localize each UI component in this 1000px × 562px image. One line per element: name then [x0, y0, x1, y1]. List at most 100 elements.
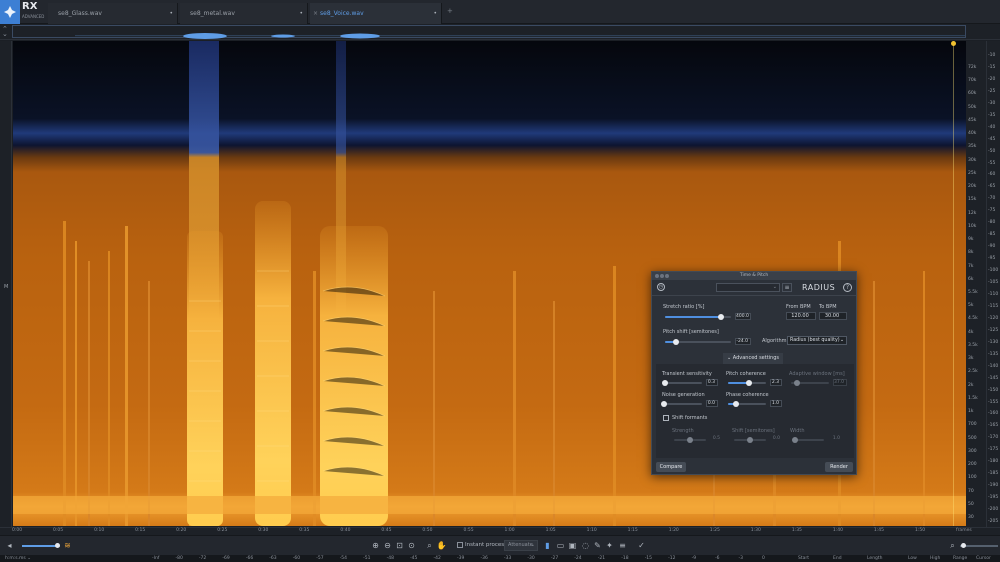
frequency-tick: 2k: [968, 382, 974, 388]
to-bpm-input[interactable]: 30.00: [819, 312, 847, 320]
playhead-marker-icon[interactable]: [951, 41, 956, 46]
overview-collapse-icon[interactable]: ⌃ ⌄: [2, 26, 11, 38]
instant-process-checkbox[interactable]: Instant process: [457, 540, 507, 551]
time-tick: 1:40: [832, 528, 843, 533]
history-icon[interactable]: ◷: [657, 283, 665, 291]
selection-column-header: Range: [953, 556, 968, 561]
hand-tool-icon[interactable]: ✋: [436, 539, 447, 552]
zoom-out-icon[interactable]: ⊖: [382, 539, 393, 552]
tab-close-icon[interactable]: ×: [313, 3, 318, 24]
db-ruler[interactable]: -10 -15 -20 -25 -30 -35 -40 -45 -50 -55 -60 -65 -70 -…: [986, 41, 1000, 527]
compare-button[interactable]: Compare: [656, 462, 686, 472]
magic-wand-icon[interactable]: ✦: [604, 539, 615, 552]
zoom-magnifier-icon[interactable]: ⌕: [947, 539, 958, 552]
instant-process-label: Instant process: [465, 542, 508, 548]
stretch-ratio-slider[interactable]: [665, 314, 731, 320]
lasso-tool-icon[interactable]: ◌: [580, 539, 591, 552]
vertical-zoom-slider[interactable]: [960, 543, 998, 548]
opacity-slider[interactable]: [22, 543, 60, 548]
transient-sensitivity-slider[interactable]: [661, 380, 702, 386]
tab-se8-glass[interactable]: se8_Glass.wav •: [48, 3, 178, 24]
time-tick: 0:45: [381, 528, 392, 533]
zoom-full-icon[interactable]: ⊙: [406, 539, 417, 552]
brush-tool-icon[interactable]: ✎: [592, 539, 603, 552]
width-value[interactable]: 1.0: [828, 436, 842, 443]
db-tick: -35: [988, 112, 996, 118]
time-selection-tool-icon[interactable]: ▮: [542, 539, 553, 552]
playhead-cursor[interactable]: [953, 41, 954, 526]
tab-modified-indicator[interactable]: •: [299, 3, 303, 24]
time-ruler[interactable]: 0:00 0:05 0:10 0:15 0:20 0:25 0:30 0:35 0:40 0:45…: [0, 527, 1000, 535]
db-tick: -85: [988, 232, 996, 238]
adaptive-window-value[interactable]: 37.0: [833, 379, 847, 386]
pitch-coherence-slider[interactable]: [728, 380, 766, 386]
transient-sensitivity-value[interactable]: 0.3: [706, 379, 718, 386]
harmonics-tool-icon[interactable]: ≡: [617, 539, 628, 552]
render-button[interactable]: Render: [825, 462, 853, 472]
spectrogram-waveform-toggle-icon[interactable]: ◂: [4, 539, 15, 552]
noise-generation-slider[interactable]: [661, 401, 702, 407]
stretch-ratio-value[interactable]: 400.0: [735, 313, 751, 320]
transient-sensitivity-knob[interactable]: [661, 380, 668, 386]
shift-semitones-value[interactable]: 0.0: [770, 436, 782, 443]
width-slider[interactable]: [792, 437, 824, 443]
preset-select[interactable]: ⌄: [716, 283, 780, 292]
noise-generation-value[interactable]: 0.0: [706, 400, 718, 407]
stretch-ratio-knob[interactable]: [718, 314, 725, 320]
pitch-shift-knob[interactable]: [673, 339, 680, 345]
vertical-zoom-knob[interactable]: [961, 543, 966, 548]
algorithm-select[interactable]: Radius (best quality) ⌄: [787, 336, 847, 345]
pitch-shift-value[interactable]: -24.0: [735, 338, 751, 345]
help-icon[interactable]: ?: [843, 283, 852, 292]
opacity-slider-knob[interactable]: [55, 543, 60, 548]
tab-label: se8_Glass.wav: [58, 10, 102, 17]
minimize-dot-icon[interactable]: [660, 274, 664, 278]
selection-column-header: Start: [798, 556, 809, 561]
strength-knob[interactable]: [687, 437, 693, 443]
instant-process-mode-select[interactable]: Attenuate ⌄: [504, 540, 538, 551]
from-bpm-input[interactable]: 120.00: [786, 312, 816, 320]
stretch-ratio-label: Stretch ratio [%]: [663, 304, 705, 310]
zoom-selection-icon[interactable]: ⊡: [394, 539, 405, 552]
preset-menu-icon[interactable]: ≡: [782, 283, 792, 292]
time-format-select[interactable]: h:m:s.ms ⌄: [5, 555, 31, 562]
pitch-coherence-knob[interactable]: [745, 380, 752, 386]
frequency-tick: 4.5k: [968, 316, 978, 322]
spectrogram-settings-icon[interactable]: ≋: [62, 539, 73, 552]
maximize-dot-icon[interactable]: [665, 274, 669, 278]
advanced-settings-toggle[interactable]: ⌄ Advanced settings: [723, 353, 783, 364]
frequency-ruler[interactable]: 72k 70k 60k 50k 45k 40k 35k 30k 25k 20k 15k 12k 10k 9…: [966, 41, 986, 527]
frequency-tick: 5k: [968, 303, 974, 309]
level-meter-tick: -57: [316, 556, 324, 561]
instant-process-box[interactable]: [457, 541, 463, 548]
shift-semitones-knob[interactable]: [747, 437, 753, 443]
zoom-in-icon[interactable]: ⊕: [370, 539, 381, 552]
phase-coherence-slider[interactable]: [728, 401, 766, 407]
check-icon[interactable]: ✓: [636, 539, 647, 552]
time-tick: 0:15: [135, 528, 146, 533]
frequency-selection-tool-icon[interactable]: ▭: [555, 539, 566, 552]
tab-se8-voice[interactable]: × se8_Voice.wav •: [310, 3, 442, 24]
tab-modified-indicator[interactable]: •: [433, 3, 437, 24]
noise-generation-knob[interactable]: [661, 401, 667, 407]
overview-visible-range[interactable]: [12, 25, 966, 39]
magnify-icon[interactable]: ⌕: [424, 539, 435, 552]
tab-modified-indicator[interactable]: •: [169, 3, 173, 24]
shift-semitones-slider[interactable]: [734, 437, 766, 443]
pitch-shift-slider[interactable]: [665, 339, 731, 345]
close-dot-icon[interactable]: [655, 274, 659, 278]
waveform-overview[interactable]: ⌃ ⌄: [0, 24, 1000, 40]
width-knob[interactable]: [792, 437, 799, 443]
dialog-title-bar[interactable]: Time & Pitch: [652, 272, 856, 280]
strength-value[interactable]: 0.5: [710, 436, 722, 443]
phase-coherence-value[interactable]: 1.0: [770, 400, 782, 407]
phase-coherence-knob[interactable]: [732, 401, 739, 407]
box-selection-tool-icon[interactable]: ▣: [567, 539, 578, 552]
shift-formants-checkbox[interactable]: [663, 415, 669, 421]
adaptive-window-slider[interactable]: [791, 380, 829, 386]
tab-se8-metal[interactable]: se8_metal.wav •: [180, 3, 308, 24]
new-tab-icon[interactable]: +: [447, 7, 453, 15]
adaptive-window-knob[interactable]: [793, 380, 800, 386]
strength-slider[interactable]: [674, 437, 706, 443]
pitch-coherence-value[interactable]: 2.3: [770, 379, 782, 386]
